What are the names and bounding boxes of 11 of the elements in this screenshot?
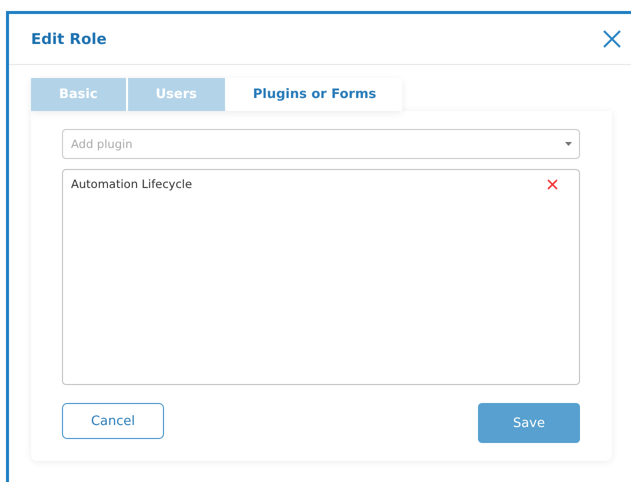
plugin-name: Automation Lifecycle bbox=[71, 177, 192, 191]
tab[interactable]: Users bbox=[128, 78, 225, 111]
plugin-select[interactable]: Add plugin bbox=[62, 129, 580, 159]
dialog-title: Edit Role bbox=[31, 30, 107, 48]
save-button[interactable]: Save bbox=[478, 403, 580, 443]
tab[interactable]: Basic bbox=[31, 78, 126, 111]
cancel-button[interactable]: Cancel bbox=[62, 403, 164, 439]
remove-icon[interactable] bbox=[547, 178, 558, 190]
caret-icon bbox=[565, 142, 572, 146]
close-icon[interactable] bbox=[603, 30, 621, 48]
tab[interactable]: Plugins or Forms bbox=[226, 78, 402, 111]
